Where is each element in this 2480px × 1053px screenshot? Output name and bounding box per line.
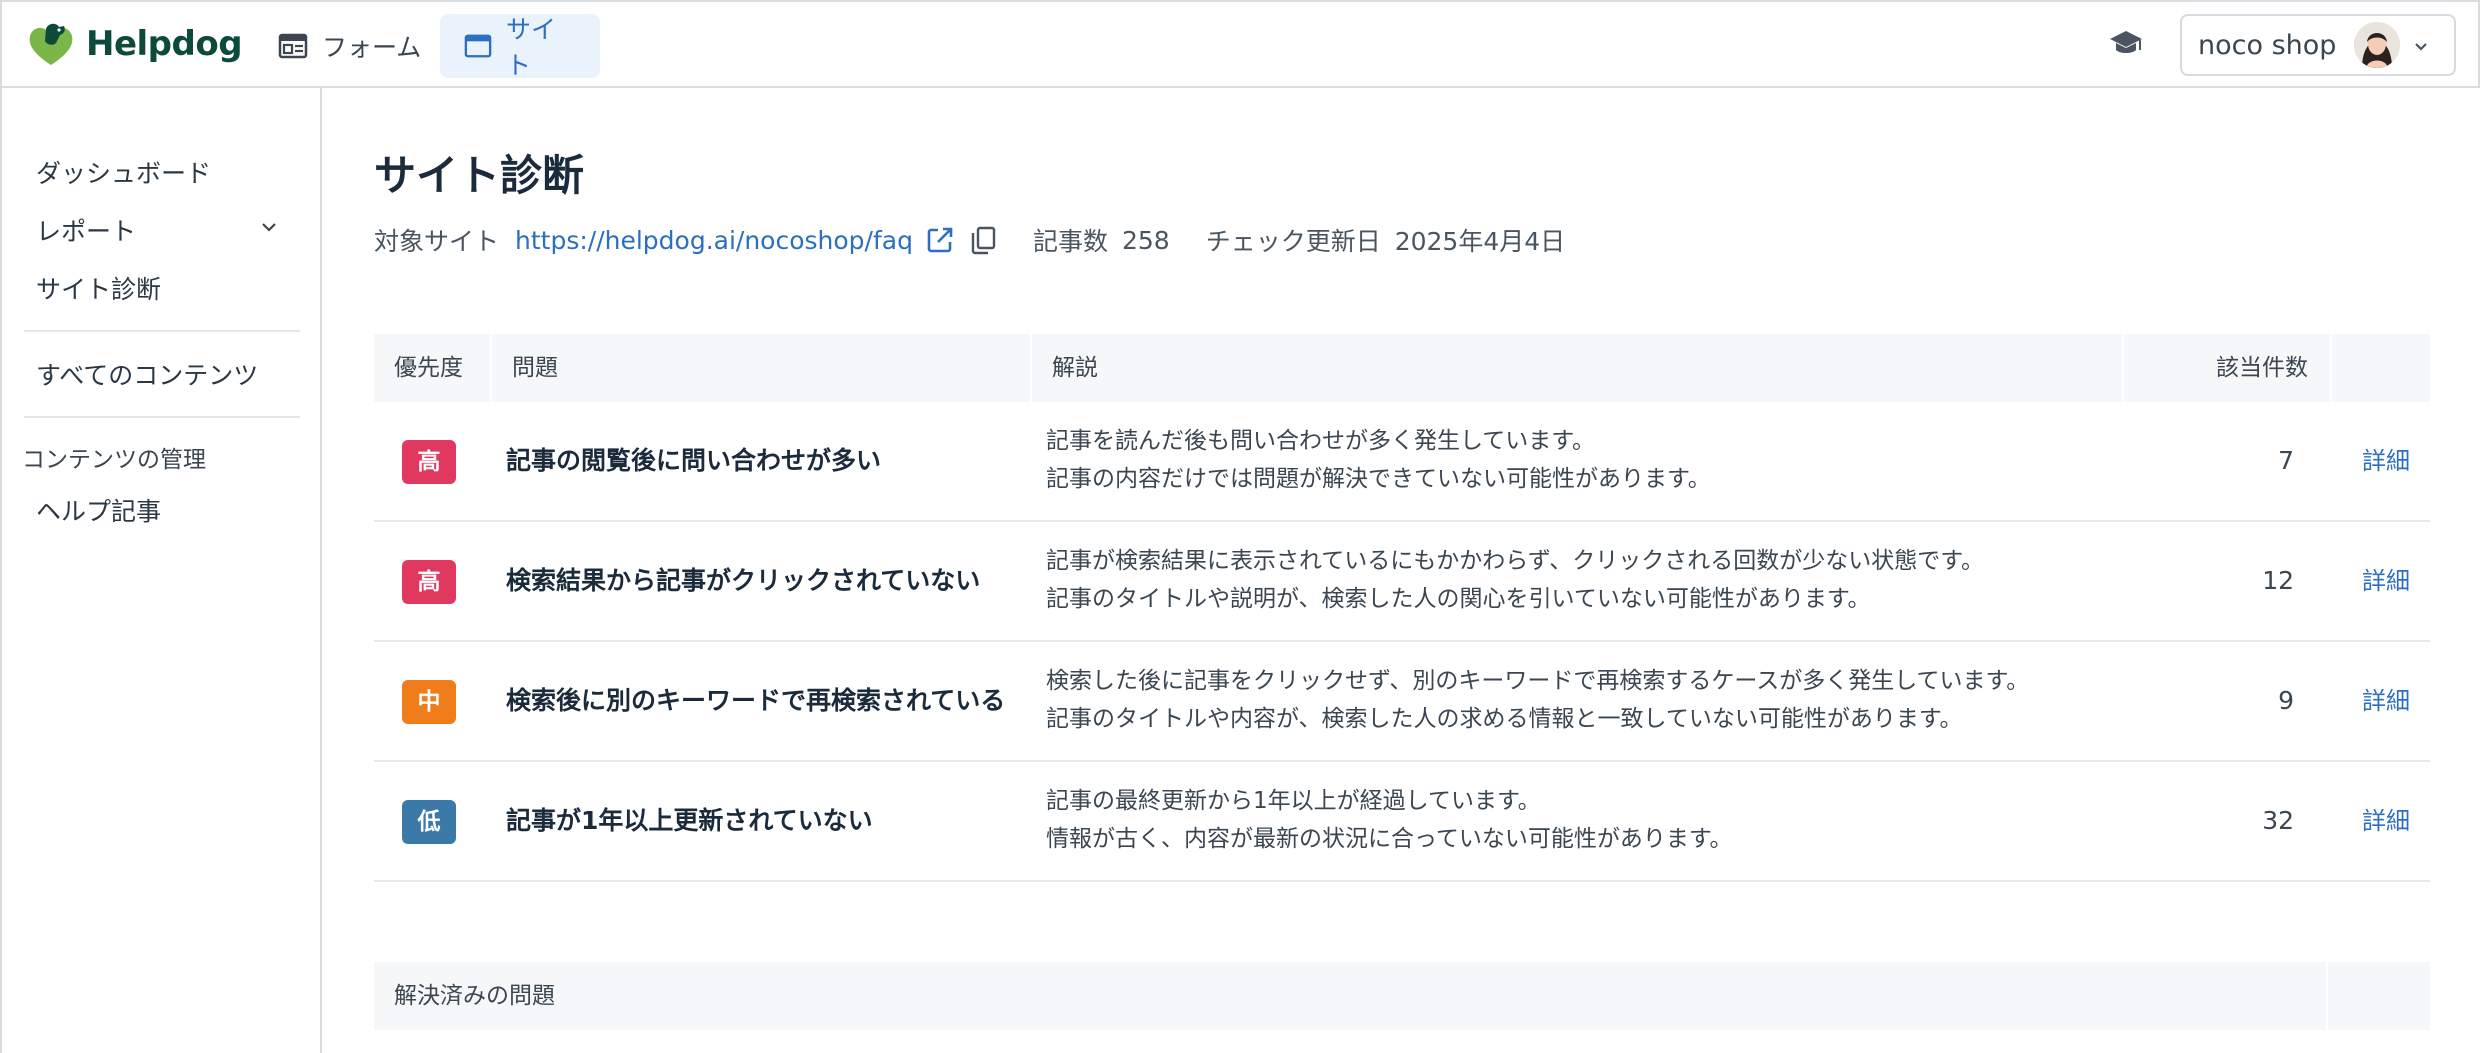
sidebar-item-label: ダッシュボード — [36, 159, 212, 188]
table-row: 高 記事の閲覧後に問い合わせが多い 記事を読んだ後も問い合わせが多く発生していま… — [374, 402, 2430, 522]
sidebar-item-site-diagnosis[interactable]: サイト診断 — [36, 270, 161, 306]
check-updated-value: 2025年4月4日 — [1394, 227, 1566, 256]
problem-explanation: 記事を読んだ後も問い合わせが多く発生しています。 記事の内容だけでは問題が解決で… — [1046, 422, 1711, 498]
column-header-count: 該当件数 — [2216, 355, 2308, 381]
problem-explanation: 検索した後に記事をクリックせず、別のキーワードで再検索するケースが多く発生してい… — [1046, 662, 2029, 738]
detail-link[interactable]: 詳細 — [2362, 402, 2410, 520]
sidebar-item-report[interactable]: レポート — [36, 212, 282, 248]
column-header-explanation: 解説 — [1052, 355, 1098, 381]
explanation-line: 記事が検索結果に表示されているにもかかわらず、クリックされる回数が少ない状態です… — [1046, 548, 1984, 574]
main-content: サイト診断 対象サイト https://helpdog.ai/nocoshop/… — [322, 88, 2480, 1053]
priority-badge: 中 — [402, 680, 456, 724]
sidebar-item-help-articles[interactable]: ヘルプ記事 — [36, 492, 161, 528]
graduation-cap-icon — [2110, 31, 2142, 53]
detail-link[interactable]: 詳細 — [2362, 522, 2410, 640]
article-count-value: 258 — [1121, 225, 1170, 255]
explanation-line: 記事のタイトルや説明が、検索した人の関心を引いていない可能性があります。 — [1046, 586, 1871, 612]
issues-table: 優先度 問題 解説 該当件数 高 記事の閲覧後に問い合わせが多い 記事を読んだ後… — [374, 334, 2430, 882]
explanation-line: 記事の最終更新から1年以上が経過しています。 — [1046, 788, 1541, 814]
problem-title: 検索後に別のキーワードで再検索されている — [506, 686, 1006, 715]
sidebar-item-all-contents[interactable]: すべてのコンテンツ — [36, 356, 258, 392]
page-title: サイト診断 — [374, 151, 585, 200]
learning-button[interactable] — [2108, 28, 2144, 62]
sidebar-item-label: サイト診断 — [36, 275, 162, 304]
detail-link[interactable]: 詳細 — [2362, 642, 2410, 760]
issue-count: 32 — [2262, 806, 2294, 835]
column-header-problem: 問題 — [512, 355, 558, 381]
problem-title: 記事の閲覧後に問い合わせが多い — [506, 446, 882, 475]
table-row: 低 記事が1年以上更新されていない 記事の最終更新から1年以上が経過しています。… — [374, 762, 2430, 882]
table-header: 優先度 問題 解説 該当件数 — [374, 334, 2430, 402]
problem-title: 検索結果から記事がクリックされていない — [506, 566, 981, 595]
check-updated-label: チェック更新日 — [1205, 227, 1381, 256]
problem-explanation: 記事の最終更新から1年以上が経過しています。 情報が古く、内容が最新の状況に合っ… — [1046, 782, 1733, 858]
sidebar-group-label: コンテンツの管理 — [22, 447, 206, 473]
problem-title: 記事が1年以上更新されていない — [506, 806, 873, 835]
site-window-icon — [464, 34, 492, 58]
brand-name: Helpdog — [86, 24, 243, 64]
sidebar: ダッシュボード レポート サイト診断 すべてのコンテンツ コンテンツの管理 ヘル… — [0, 88, 322, 1053]
nav-tab-site[interactable]: サイト — [440, 14, 600, 80]
sidebar-item-dashboard[interactable]: ダッシュボード — [36, 154, 211, 190]
sidebar-item-label: ヘルプ記事 — [36, 497, 162, 526]
sidebar-divider — [24, 330, 300, 332]
priority-badge: 高 — [402, 560, 456, 604]
article-count-label: 記事数 — [1032, 227, 1108, 256]
helpdog-logo-icon — [29, 23, 73, 66]
avatar — [2354, 22, 2400, 68]
issue-count: 9 — [2278, 686, 2294, 715]
explanation-line: 検索した後に記事をクリックせず、別のキーワードで再検索するケースが多く発生してい… — [1046, 668, 2030, 694]
nav-tab-form[interactable]: フォーム — [254, 14, 445, 78]
account-name: noco shop — [2198, 29, 2337, 61]
column-divider — [2326, 962, 2328, 1030]
sidebar-divider — [24, 416, 300, 418]
problem-explanation: 記事が検索結果に表示されているにもかかわらず、クリックされる回数が少ない状態です… — [1046, 542, 1984, 618]
issue-count: 7 — [2278, 446, 2294, 475]
explanation-line: 記事の内容だけでは問題が解決できていない可能性があります。 — [1046, 466, 1711, 492]
resolved-issues-header: 解決済みの問題 — [374, 962, 2430, 1030]
priority-badge: 低 — [402, 800, 456, 844]
chevron-down-icon — [2415, 43, 2427, 51]
site-meta: 対象サイト https://helpdog.ai/nocoshop/faq 記事… — [374, 220, 1565, 260]
priority-badge: 高 — [402, 440, 456, 484]
sidebar-item-label: すべてのコンテンツ — [36, 361, 259, 390]
explanation-line: 情報が古く、内容が最新の状況に合っていない可能性があります。 — [1046, 826, 1733, 852]
table-row: 中 検索後に別のキーワードで再検索されている 検索した後に記事をクリックせず、別… — [374, 642, 2430, 762]
explanation-line: 記事を読んだ後も問い合わせが多く発生しています。 — [1046, 428, 1596, 454]
copy-icon[interactable] — [969, 225, 997, 255]
issue-count: 12 — [2262, 566, 2294, 595]
column-divider — [2330, 334, 2332, 402]
column-header-priority: 優先度 — [394, 355, 463, 381]
nav-tab-site-label: サイト — [506, 15, 557, 80]
top-bar: Helpdog フォーム サイト noco shop — [0, 0, 2480, 88]
form-icon — [278, 33, 308, 59]
detail-link[interactable]: 詳細 — [2362, 762, 2410, 880]
table-row: 高 検索結果から記事がクリックされていない 記事が検索結果に表示されているにもか… — [374, 522, 2430, 642]
account-menu[interactable]: noco shop — [2180, 14, 2456, 76]
brand-logo[interactable]: Helpdog — [26, 20, 243, 68]
nav-tab-form-label: フォーム — [322, 33, 422, 62]
chevron-down-icon — [262, 223, 276, 232]
external-link-icon[interactable] — [925, 225, 955, 255]
target-site-label: 対象サイト — [374, 227, 500, 256]
resolved-issues-label: 解決済みの問題 — [394, 983, 555, 1009]
sidebar-item-label: レポート — [36, 217, 137, 246]
explanation-line: 記事のタイトルや内容が、検索した人の求める情報と一致していない可能性があります。 — [1046, 706, 1963, 732]
target-site-link[interactable]: https://helpdog.ai/nocoshop/faq — [515, 226, 913, 255]
